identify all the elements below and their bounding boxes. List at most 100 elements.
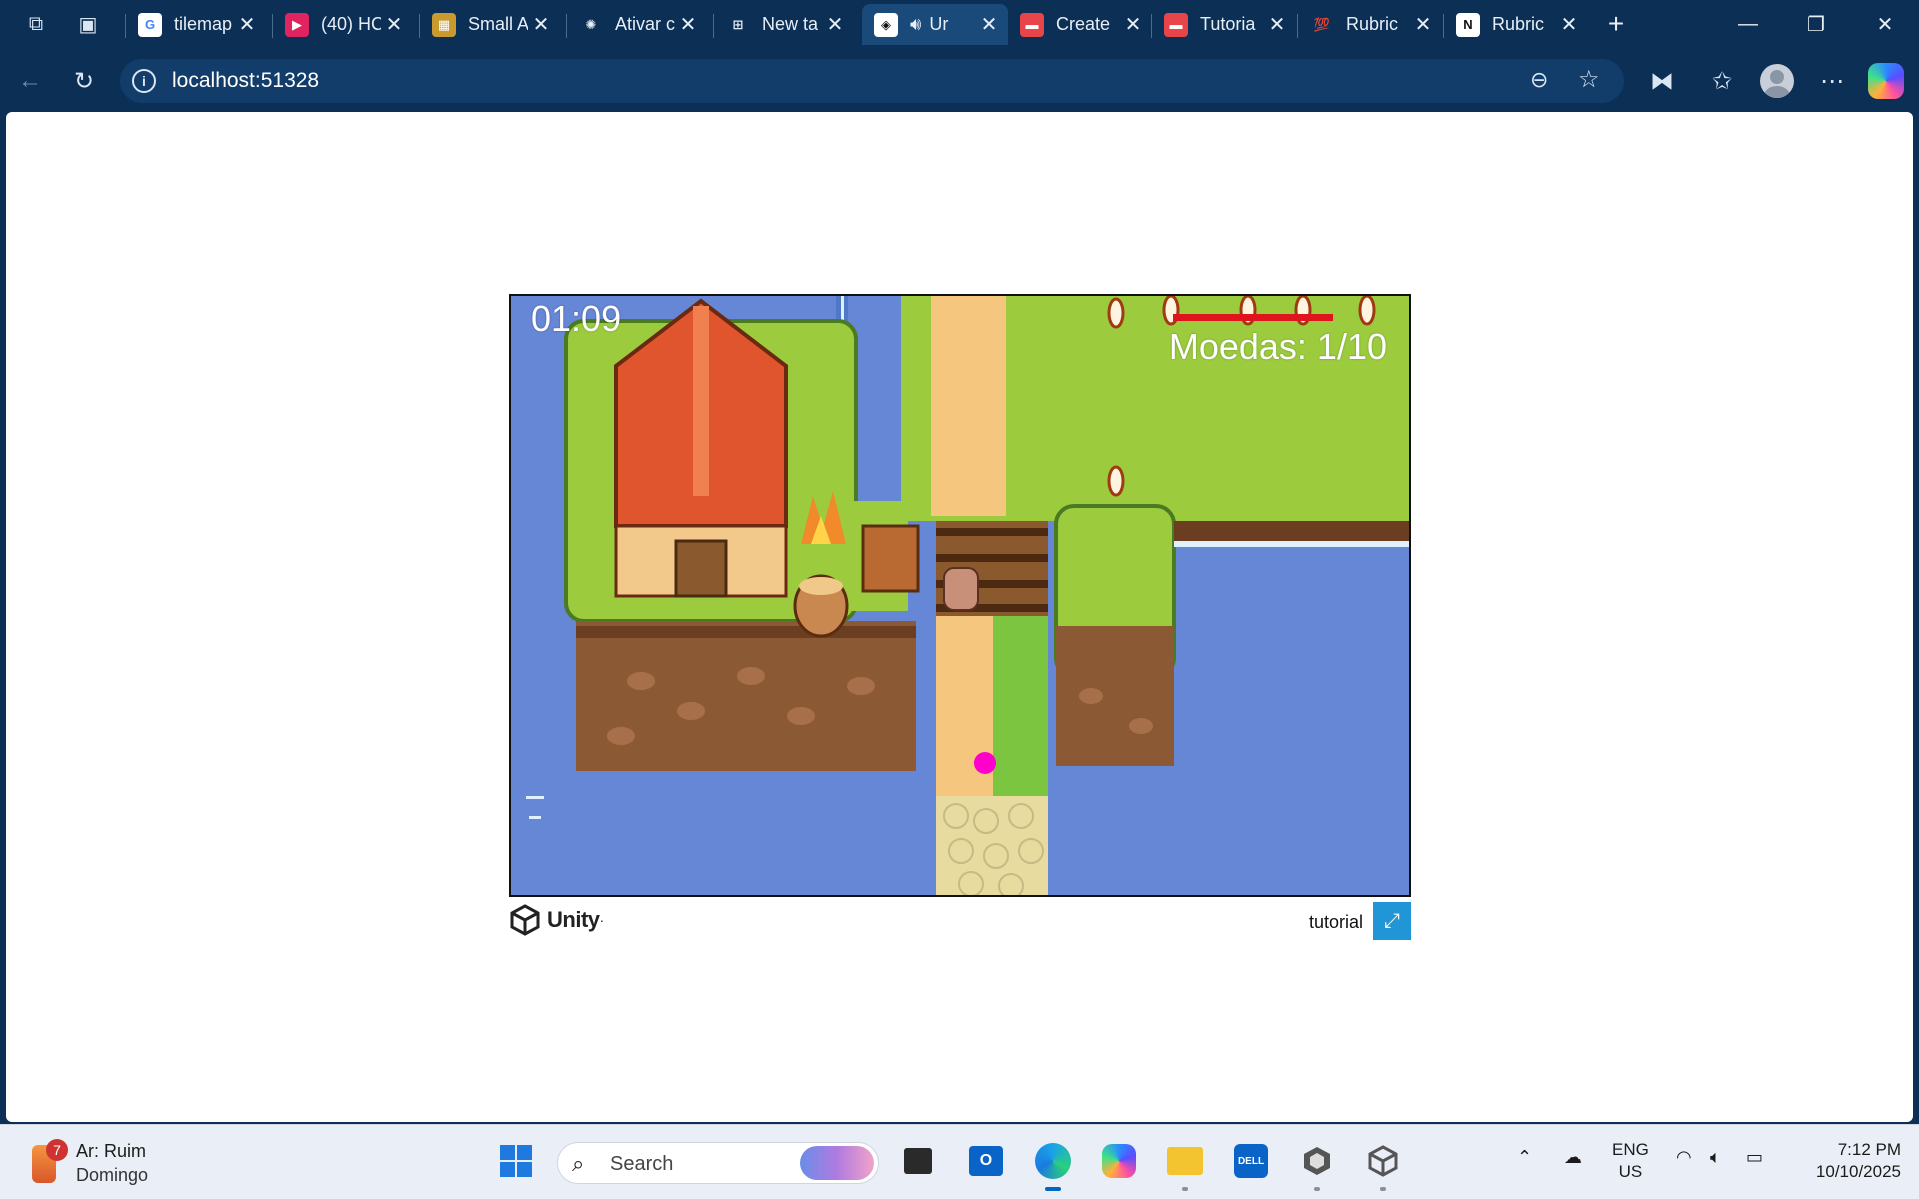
close-window-icon[interactable]: ✕ — [1855, 6, 1915, 42]
file-explorer-icon[interactable] — [1163, 1139, 1207, 1191]
unity-logo-mark: · — [599, 912, 605, 928]
unity-game-canvas[interactable]: 01:09 Moedas: 1/10 — [509, 294, 1411, 897]
tab-9[interactable]: N Rubric ✕ — [1443, 4, 1588, 45]
tab-title: (40) HC — [321, 14, 381, 34]
tab-3[interactable]: ✺ Ativar c ✕ — [566, 4, 707, 45]
refresh-icon[interactable]: ↻ — [64, 61, 104, 101]
itch-icon: ▬ — [1164, 12, 1188, 37]
close-icon[interactable]: ✕ — [1264, 12, 1290, 37]
url-text[interactable]: localhost:51328 — [172, 69, 319, 93]
health-bar — [1173, 314, 1333, 321]
battery-icon[interactable]: ▭ — [1746, 1147, 1763, 1168]
tab-title: Small A — [468, 14, 528, 34]
close-icon[interactable]: ✕ — [1410, 12, 1436, 37]
search-highlight-image — [800, 1146, 874, 1180]
clock-time: 7:12 PM — [1837, 1140, 1901, 1159]
coin-counter: Moedas: 1/10 — [1168, 326, 1387, 367]
fullscreen-icon: ⤢ — [1384, 909, 1400, 932]
tab-7[interactable]: ▬ Tutoria ✕ — [1151, 4, 1296, 45]
unity-logo-text: Unity — [547, 907, 600, 932]
weather-widget[interactable]: 7 Ar: Ruim Domingo — [28, 1139, 148, 1187]
copilot-icon[interactable] — [1868, 63, 1904, 99]
start-icon[interactable] — [494, 1139, 538, 1183]
language-indicator[interactable]: ENG US — [1612, 1139, 1649, 1183]
restore-icon[interactable]: ❐ — [1786, 6, 1846, 42]
close-icon[interactable]: ✕ — [234, 12, 260, 37]
game-scene — [511, 296, 1409, 895]
taskbar: 7 Ar: Ruim Domingo ⌕ Search O DELL ⌃ ☁ E… — [0, 1124, 1919, 1199]
copilot-app-icon[interactable] — [1097, 1139, 1141, 1183]
back-icon[interactable]: ← — [10, 61, 50, 101]
site-info-icon[interactable]: i — [132, 69, 156, 93]
tab-2[interactable]: ▦ Small A ✕ — [419, 4, 560, 45]
more-options-icon[interactable]: ⋯ — [1812, 61, 1852, 101]
close-icon[interactable]: ✕ — [675, 12, 701, 37]
close-icon[interactable]: ✕ — [381, 12, 407, 37]
extensions-icon[interactable]: ⧓ — [1642, 61, 1682, 101]
new-tab-button[interactable]: + — [1598, 6, 1634, 42]
language-code: ENG — [1612, 1140, 1649, 1159]
favorites-icon[interactable]: ✩ — [1702, 61, 1742, 101]
vertical-tabs-icon[interactable]: ▣ — [70, 8, 106, 40]
web-page: 01:09 Moedas: 1/10 Unity · tutorial ⤢ — [6, 112, 1913, 1122]
tab-separator — [566, 14, 567, 38]
close-icon[interactable]: ✕ — [822, 12, 848, 37]
clock-date: 10/10/2025 — [1815, 1162, 1901, 1181]
speaker-icon[interactable]: 🔊︎ — [910, 14, 921, 35]
unity-editor-icon[interactable] — [1361, 1139, 1405, 1191]
favorite-star-icon[interactable]: ☆ — [1578, 65, 1600, 94]
close-icon[interactable]: ✕ — [1556, 12, 1582, 37]
tab-title: Ur — [929, 14, 949, 34]
unity-logo: Unity · — [509, 904, 604, 936]
close-icon[interactable]: ✕ — [528, 12, 554, 37]
tab-8[interactable]: 💯 Rubric ✕ — [1297, 4, 1442, 45]
tab-title: New ta — [762, 14, 819, 34]
game-timer: 01:09 — [531, 298, 622, 339]
profile-avatar[interactable] — [1760, 64, 1794, 98]
unity-footer: Unity · tutorial ⤢ — [509, 902, 1411, 942]
task-view-icon[interactable] — [896, 1139, 940, 1183]
tab-separator — [272, 14, 273, 38]
unity-hub-icon[interactable] — [1295, 1139, 1339, 1191]
edge-icon[interactable] — [1031, 1139, 1075, 1191]
navigation-bar: ← ↻ i localhost:51328 ⊖ ☆ ⧓ ✩ ⋯ — [0, 49, 1919, 113]
tab-0[interactable]: G tilemap ✕ — [125, 4, 266, 45]
address-bar[interactable]: i localhost:51328 ⊖ ☆ — [120, 59, 1624, 103]
tab-5-active[interactable]: ◈ 🔊︎ Ur ✕ — [862, 4, 1008, 45]
hundred-points-icon: 💯 — [1310, 12, 1334, 37]
search-label: Search — [610, 1153, 674, 1175]
dell-icon[interactable]: DELL — [1229, 1139, 1273, 1183]
minimize-icon[interactable]: — — [1718, 6, 1778, 42]
air-quality-icon: 7 — [28, 1139, 68, 1183]
youtube-icon: ▶ — [285, 12, 309, 37]
tab-separator — [419, 14, 420, 38]
search-icon: ⌕ — [572, 1151, 585, 1176]
wifi-icon[interactable]: ◠ — [1676, 1147, 1692, 1168]
tab-separator — [1297, 14, 1298, 38]
volume-icon[interactable]: 🔈︎ — [1710, 1147, 1721, 1168]
workspaces-icon[interactable]: ⧉ — [18, 8, 54, 40]
show-hidden-icons[interactable]: ⌃ — [1517, 1147, 1532, 1168]
unity-cube-icon — [510, 904, 540, 936]
tab-6[interactable]: ▬ Create ✕ — [1008, 4, 1152, 45]
close-icon[interactable]: ✕ — [1120, 12, 1146, 37]
onedrive-icon[interactable]: ☁ — [1564, 1147, 1582, 1168]
tab-strip: ⧉ ▣ G tilemap ✕ ▶ (40) HC ✕ ▦ Small A ✕ … — [0, 0, 1919, 49]
close-icon[interactable]: ✕ — [976, 12, 1002, 37]
language-region: US — [1618, 1162, 1643, 1181]
outlook-icon[interactable]: O — [964, 1139, 1008, 1183]
tab-title: Tutoria — [1200, 14, 1256, 34]
tab-title: Rubric — [1492, 14, 1545, 34]
zoom-out-icon[interactable]: ⊖ — [1530, 67, 1548, 93]
tab-1[interactable]: ▶ (40) HC ✕ — [272, 4, 413, 45]
google-icon: G — [138, 12, 162, 37]
tab-title: tilemap — [174, 14, 233, 34]
notion-icon: N — [1456, 12, 1480, 37]
build-title: tutorial — [1308, 912, 1363, 932]
unity-icon: ◈ — [874, 12, 898, 37]
tab-4[interactable]: ⊞ New ta ✕ — [713, 4, 854, 45]
taskbar-search[interactable]: ⌕ Search — [557, 1142, 879, 1184]
chatgpt-icon: ✺ — [579, 12, 603, 37]
system-clock[interactable]: 7:12 PM 10/10/2025 — [1795, 1139, 1901, 1183]
fullscreen-button[interactable]: ⤢ — [1373, 902, 1411, 940]
